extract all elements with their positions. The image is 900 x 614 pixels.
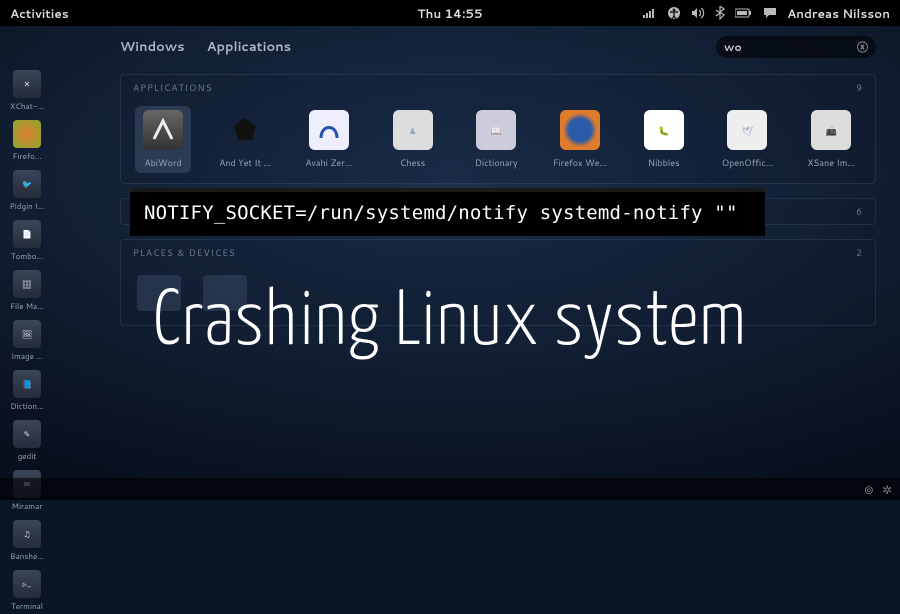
search-input[interactable]: wo ⓧ xyxy=(716,36,876,58)
dash-label: Image ... xyxy=(11,350,43,362)
nibbles-icon: 🐛 xyxy=(644,110,684,150)
activities-button[interactable]: Activities xyxy=(0,5,69,22)
app-label: AbiWord xyxy=(145,156,182,169)
top-panel: Activities Thu 14:55 Andreas Nilsson xyxy=(0,0,900,26)
clear-search-icon[interactable]: ⓧ xyxy=(857,39,868,55)
game-icon xyxy=(225,110,265,150)
volume-icon[interactable] xyxy=(691,7,705,19)
dash-item-image[interactable]: 🖼 Image ... xyxy=(4,318,50,364)
section-title: APPLICATIONS xyxy=(133,81,213,94)
app-label: Chess xyxy=(400,156,425,169)
clock[interactable]: Thu 14:55 xyxy=(417,5,482,22)
dash-label: Miramar xyxy=(12,500,43,512)
tab-applications[interactable]: Applications xyxy=(207,38,291,56)
dash-label: Banshe... xyxy=(10,550,44,562)
section-title: PREFERENCES xyxy=(133,205,210,218)
dash-item-xchat[interactable]: ✕ XChat-... xyxy=(4,68,50,114)
section-applications: APPLICATIONS 9 AbiWord And Yet It ... Av… xyxy=(120,74,876,184)
dash-label: Tombo... xyxy=(11,250,43,262)
firefox-icon xyxy=(13,120,41,148)
app-abiword[interactable]: AbiWord xyxy=(135,106,191,173)
dash-label: File Ma... xyxy=(10,300,44,312)
app-dictionary[interactable]: 📖 Dictionary xyxy=(468,110,524,169)
dash-item-tomboy[interactable]: 📄 Tombo... xyxy=(4,218,50,264)
dash-label: Firefo... xyxy=(13,150,42,162)
openoffice-icon: 🕊 xyxy=(727,110,767,150)
abiword-icon xyxy=(143,110,183,150)
text-editor-icon: ✎ xyxy=(13,420,41,448)
dash-label: gedit xyxy=(18,450,37,462)
chat-app-icon: ✕ xyxy=(13,70,41,98)
section-count: 6 xyxy=(856,205,863,218)
dash-item-files[interactable]: 🗄 File Ma... xyxy=(4,268,50,314)
tab-windows[interactable]: Windows xyxy=(120,38,185,56)
dash-label: Terminal xyxy=(11,600,43,612)
terminal-icon: ▹_ xyxy=(13,570,41,598)
firefox-app-icon xyxy=(560,110,600,150)
image-viewer-icon: 🖼 xyxy=(13,320,41,348)
app-openoffice[interactable]: 🕊 OpenOffic... xyxy=(720,110,776,169)
section-count: 9 xyxy=(856,81,863,94)
tray-misc-icon[interactable]: ✲ xyxy=(882,481,892,498)
chess-icon: ♟ xyxy=(393,110,433,150)
message-tray[interactable]: ⊚ ✲ xyxy=(0,478,900,500)
dash-label: Diction... xyxy=(10,400,43,412)
music-icon: ♫ xyxy=(13,520,41,548)
app-label: Avahi Zer... xyxy=(305,156,352,169)
app-label: Dictionary xyxy=(475,156,518,169)
file-manager-icon: 🗄 xyxy=(13,270,41,298)
dash-label: XChat-... xyxy=(10,100,44,112)
app-xsane[interactable]: 📠 XSane Im... xyxy=(803,110,859,169)
user-menu[interactable]: Andreas Nilsson xyxy=(787,5,890,22)
app-chess[interactable]: ♟ Chess xyxy=(385,110,441,169)
place-network[interactable] xyxy=(203,275,247,311)
place-home[interactable] xyxy=(137,275,181,311)
activities-overview: Windows Applications wo ⓧ APPLICATIONS 9… xyxy=(60,26,900,500)
app-label: And Yet It ... xyxy=(219,156,271,169)
dash-item-firefox[interactable]: Firefo... xyxy=(4,118,50,164)
dash-item-dictionary[interactable]: 📘 Diction... xyxy=(4,368,50,414)
app-label: Nibbles xyxy=(648,156,680,169)
app-label: Firefox We... xyxy=(553,156,607,169)
search-value: wo xyxy=(724,39,742,55)
dash-item-terminal[interactable]: ▹_ Terminal xyxy=(4,568,50,614)
accessibility-icon[interactable] xyxy=(667,6,681,20)
dash-label: Pidgin I... xyxy=(10,200,45,212)
app-nibbles[interactable]: 🐛 Nibbles xyxy=(636,110,692,169)
scanner-icon: 📠 xyxy=(811,110,851,150)
dictionary-app-icon: 📖 xyxy=(476,110,516,150)
section-title: PLACES & DEVICES xyxy=(133,246,236,259)
app-andyetitmoves[interactable]: And Yet It ... xyxy=(217,110,273,169)
section-places: PLACES & DEVICES 2 xyxy=(120,239,876,326)
dash-item-banshee[interactable]: ♫ Banshe... xyxy=(4,518,50,564)
avahi-icon xyxy=(309,110,349,150)
app-label: XSane Im... xyxy=(807,156,855,169)
notes-icon: 📄 xyxy=(13,220,41,248)
pidgin-icon: 🐦 xyxy=(13,170,41,198)
dictionary-icon: 📘 xyxy=(13,370,41,398)
dash-item-gedit[interactable]: ✎ gedit xyxy=(4,418,50,464)
app-label: OpenOffic... xyxy=(722,156,773,169)
dash-item-pidgin[interactable]: 🐦 Pidgin I... xyxy=(4,168,50,214)
app-firefox[interactable]: Firefox We... xyxy=(552,110,608,169)
bluetooth-icon[interactable] xyxy=(715,6,725,20)
network-signal-icon[interactable] xyxy=(643,7,657,19)
app-avahi[interactable]: Avahi Zer... xyxy=(301,110,357,169)
section-preferences: PREFERENCES 6 xyxy=(120,198,876,225)
battery-icon[interactable] xyxy=(735,8,753,18)
dash: ✕ XChat-... Firefo... 🐦 Pidgin I... 📄 Tombo… xyxy=(4,68,50,614)
chat-icon[interactable] xyxy=(763,7,777,19)
tray-network-icon[interactable]: ⊚ xyxy=(864,481,874,498)
section-count: 2 xyxy=(856,246,863,259)
